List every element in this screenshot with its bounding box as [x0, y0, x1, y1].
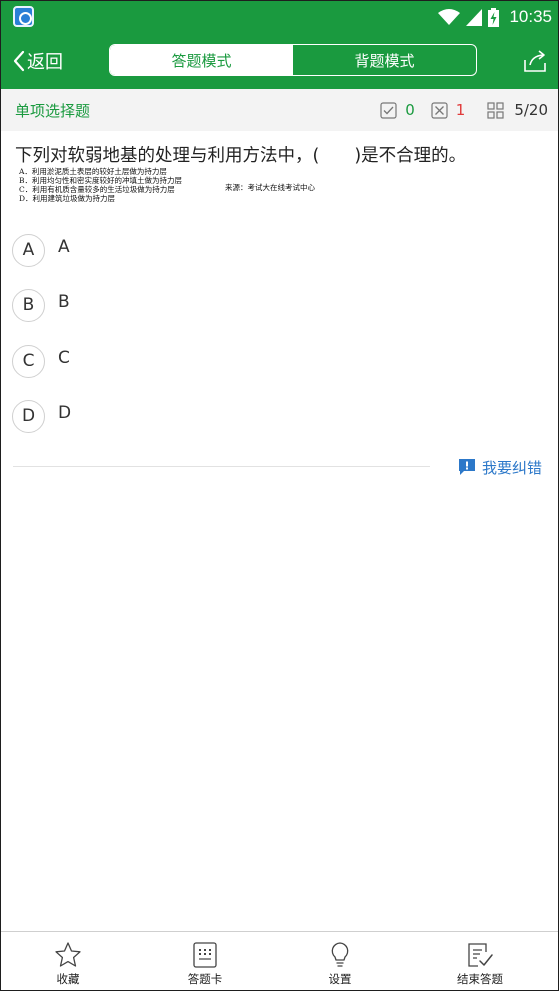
option-d-letter: D [12, 399, 45, 433]
option-b[interactable]: B B [12, 285, 312, 325]
nav-favorite-label: 收藏 [56, 972, 80, 986]
option-b-letter: B [12, 288, 45, 322]
top-app-bar: 返回 答题模式 背题模式 [1, 33, 558, 89]
chevron-left-icon [13, 50, 25, 72]
status-bar: 10:35 [1, 1, 558, 33]
option-c-letter: C [12, 344, 45, 378]
option-c[interactable]: C C [12, 341, 312, 381]
share-icon[interactable] [522, 48, 548, 74]
nav-favorite[interactable]: 收藏 [13, 932, 123, 990]
signal-icon [466, 9, 483, 26]
answer-card-icon [193, 942, 217, 968]
back-label: 返回 [27, 52, 63, 73]
wifi-icon [438, 9, 461, 25]
lightbulb-icon [331, 942, 349, 967]
image-source: 来源：考试大在线考试中心 [225, 183, 315, 192]
option-a[interactable]: A A [12, 230, 312, 270]
question-image: A．利用淤泥质土表层的较好土层做为持力层 B．利用均匀性和密实度较好的冲填土做为… [19, 167, 339, 213]
question-image-options: A．利用淤泥质土表层的较好土层做为持力层 B．利用均匀性和密实度较好的冲填土做为… [19, 167, 219, 203]
mode-switch: 答题模式 背题模式 [109, 44, 477, 76]
status-icons: 10:35 [438, 1, 552, 33]
image-option-b: B．利用均匀性和密实度较好的冲填土做为持力层 [19, 176, 183, 185]
battery-charging-icon [488, 7, 500, 27]
app-icon [13, 6, 34, 27]
nav-settings-label: 设置 [328, 972, 352, 986]
star-icon [55, 942, 81, 967]
bottom-nav: 收藏 答题卡 设置 结束答题 [1, 931, 558, 990]
question-type: 单项选择题 [15, 101, 91, 120]
app-screen: 10:35 返回 答题模式 背题模式 单项选择题 0 1 5/20 下列对软弱地… [0, 0, 559, 991]
nav-finish-label: 结束答题 [457, 972, 503, 986]
divider [13, 466, 430, 467]
correct-count: 0 [405, 101, 415, 119]
check-box-icon [380, 101, 397, 119]
option-a-letter: A [12, 233, 45, 267]
status-time: 10:35 [509, 7, 552, 26]
cross-box-icon [431, 101, 448, 119]
question-info-bar: 单项选择题 0 1 5/20 [1, 89, 558, 131]
nav-settings[interactable]: 设置 [285, 932, 395, 990]
tab-answer-mode[interactable]: 答题模式 [110, 45, 293, 75]
report-icon [459, 459, 475, 475]
nav-finish[interactable]: 结束答题 [425, 932, 535, 990]
wrong-count: 1 [455, 101, 466, 119]
finish-icon [468, 943, 493, 967]
image-option-c: C．利用有机质含量较多的生活垃圾做为持力层 [19, 185, 175, 194]
option-b-text: B [58, 292, 70, 312]
nav-answer-card-label: 答题卡 [187, 972, 223, 986]
option-d[interactable]: D D [12, 396, 312, 436]
nav-answer-card[interactable]: 答题卡 [150, 932, 260, 990]
back-button[interactable]: 返回 [13, 33, 63, 89]
option-c-text: C [58, 348, 70, 368]
answer-stats: 0 1 5/20 [380, 89, 548, 131]
option-d-text: D [58, 403, 72, 423]
image-option-d: D．利用建筑垃圾做为持力层 [19, 194, 116, 203]
question-progress: 5/20 [514, 101, 548, 119]
grid-icon[interactable] [487, 101, 504, 119]
report-error-button[interactable]: 我要纠错 [458, 455, 542, 479]
question-text: 下列对软弱地基的处理与利用方法中，( )是不合理的。 [15, 146, 467, 166]
image-option-a: A．利用淤泥质土表层的较好土层做为持力层 [19, 167, 167, 176]
report-error-label: 我要纠错 [482, 458, 543, 477]
tab-recite-mode[interactable]: 背题模式 [293, 45, 476, 75]
option-a-text: A [58, 237, 70, 257]
